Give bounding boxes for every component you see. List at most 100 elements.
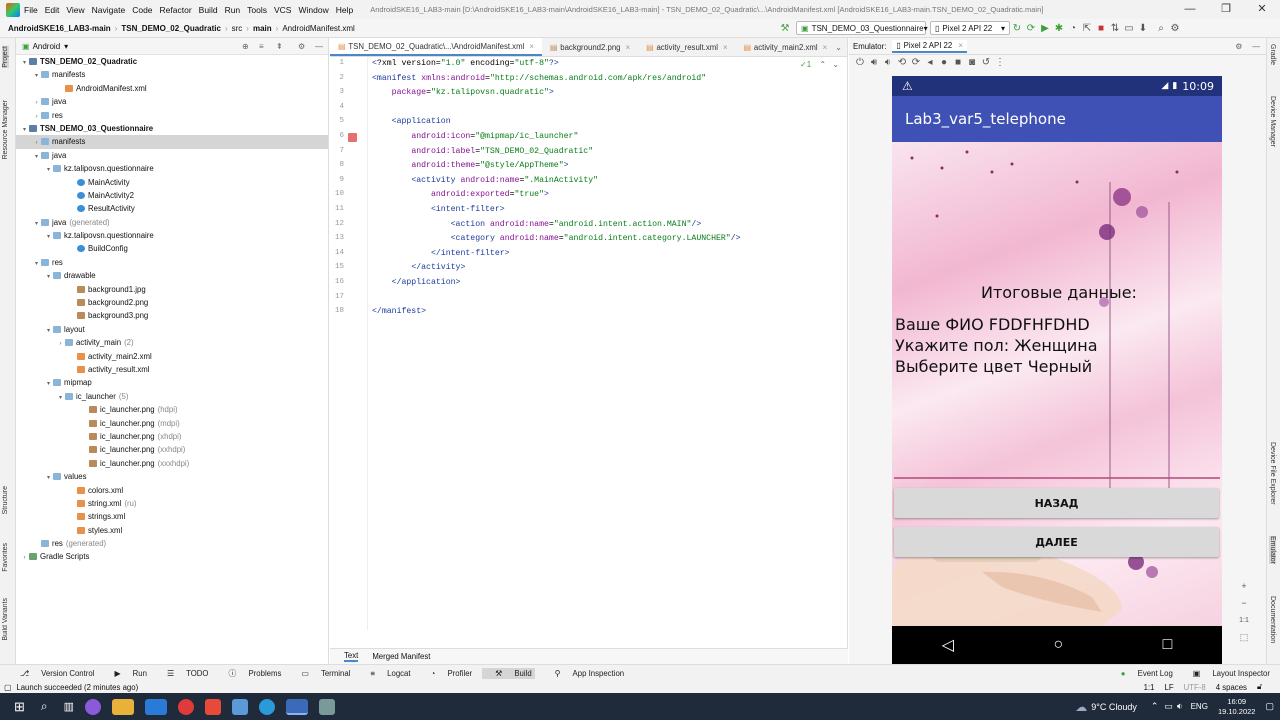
- chevron-up-icon[interactable]: ⌃: [819, 60, 826, 69]
- status-panel-icon[interactable]: ▢: [4, 683, 11, 692]
- avd-manager-icon[interactable]: ▭: [1122, 23, 1136, 34]
- tool-layout-inspector[interactable]: ▣ Layout Inspector: [1183, 669, 1270, 678]
- power-icon[interactable]: ⏻: [853, 57, 867, 68]
- search-icon[interactable]: ⌕: [41, 699, 48, 714]
- hide-icon[interactable]: —: [315, 42, 323, 51]
- close-tab-icon[interactable]: ×: [723, 43, 728, 52]
- tool-build-variants[interactable]: Build Variants: [2, 598, 9, 641]
- tool-problems[interactable]: ⓘ Problems: [219, 668, 282, 679]
- back-icon[interactable]: ◂: [923, 57, 937, 68]
- app-icon-2[interactable]: [319, 698, 336, 715]
- tree-node[interactable]: › res: [16, 109, 328, 122]
- settings-icon[interactable]: ⚙: [1168, 23, 1182, 34]
- sync-icon[interactable]: ⇅: [1108, 23, 1122, 34]
- indent-setting[interactable]: 4 spaces: [1216, 683, 1247, 692]
- code-area[interactable]: <?xml version="1.0" encoding="utf-8"?> <m…: [372, 57, 847, 630]
- app-icon-1[interactable]: [85, 698, 102, 715]
- tool-logcat[interactable]: ≡ Logcat: [360, 669, 410, 678]
- menu-vcs[interactable]: VCS: [274, 5, 291, 15]
- rerun-icon[interactable]: ↻: [1010, 23, 1024, 34]
- breadcrumb-main[interactable]: main: [253, 24, 272, 33]
- debug-icon[interactable]: ✱: [1052, 23, 1066, 34]
- sdk-manager-icon[interactable]: ⬇: [1136, 23, 1150, 34]
- tree-node[interactable]: ▾ java: [16, 149, 328, 162]
- menu-tools[interactable]: Tools: [247, 5, 267, 15]
- tree-node[interactable]: background3.png: [16, 309, 328, 322]
- windows-start-icon[interactable]: ⊞: [14, 699, 25, 715]
- close-tab-icon[interactable]: ×: [626, 43, 631, 52]
- tree-node[interactable]: activity_main2.xml: [16, 350, 328, 363]
- zoom-in-icon[interactable]: +: [1235, 578, 1253, 595]
- tab-list-icon[interactable]: ⌄: [835, 43, 842, 52]
- menu-code[interactable]: Code: [132, 5, 152, 15]
- tool-emulator[interactable]: Emulator: [1269, 536, 1276, 565]
- tree-node[interactable]: MainActivity: [16, 176, 328, 189]
- tab-activity-main2[interactable]: ▤ activity_main2.xml ×: [736, 38, 836, 56]
- status-message[interactable]: Launch succeeded (2 minutes ago): [16, 683, 138, 692]
- tree-node[interactable]: ▾ kz.talipovsn.questionnaire: [16, 229, 328, 242]
- back-button[interactable]: НАЗАД: [894, 488, 1219, 518]
- locate-icon[interactable]: ⊕: [242, 42, 249, 51]
- tree-node[interactable]: colors.xml: [16, 484, 328, 497]
- gear-icon[interactable]: ⚙: [1235, 42, 1242, 51]
- tool-run[interactable]: ▶ Run: [104, 669, 146, 678]
- screenshot-icon[interactable]: ◙: [965, 57, 979, 68]
- tab-merged-manifest[interactable]: Merged Manifest: [372, 652, 430, 661]
- caret-position[interactable]: 1:1: [1144, 683, 1155, 692]
- tree-node[interactable]: ▾ values: [16, 470, 328, 483]
- tool-device-file-explorer[interactable]: Device File Explorer: [1269, 442, 1276, 505]
- menu-refactor[interactable]: Refactor: [160, 5, 192, 15]
- gear-icon[interactable]: ⚙: [298, 42, 305, 51]
- tool-device-manager[interactable]: Device Manager: [1269, 96, 1276, 147]
- tab-text[interactable]: Text: [344, 651, 359, 662]
- tool-resource-manager[interactable]: Resource Manager: [2, 100, 9, 160]
- more-icon[interactable]: ⋮: [993, 57, 1007, 68]
- expand-all-icon[interactable]: ≡: [259, 42, 264, 51]
- tool-structure[interactable]: Structure: [2, 486, 9, 514]
- breadcrumb-file[interactable]: AndroidManifest.xml: [282, 24, 354, 33]
- apply-changes-icon[interactable]: ⟳: [1024, 23, 1038, 34]
- android-studio-taskbar-icon[interactable]: [286, 698, 309, 715]
- run-config-select[interactable]: ▣ TSN_DEMO_03_Questionnaire ▾: [796, 21, 928, 35]
- hide-icon[interactable]: —: [1252, 42, 1260, 51]
- tree-node[interactable]: MainActivity2: [16, 189, 328, 202]
- tool-app-inspection[interactable]: ⚲ App Inspection: [545, 669, 624, 678]
- tree-node[interactable]: ▾ res: [16, 256, 328, 269]
- close-tab-icon[interactable]: ×: [958, 41, 963, 50]
- breadcrumb-src[interactable]: src: [232, 24, 243, 33]
- volume-down-icon[interactable]: 🔉︎: [881, 57, 895, 68]
- inspection-widget[interactable]: ✓1 ⌃ ⌄: [800, 60, 839, 69]
- tree-node[interactable]: › manifests: [16, 135, 328, 149]
- tree-node[interactable]: background2.png: [16, 296, 328, 309]
- shield-icon[interactable]: [232, 698, 249, 715]
- recents-nav-icon[interactable]: □: [1163, 636, 1173, 654]
- maximize-icon[interactable]: ❐: [1208, 0, 1244, 19]
- file-explorer-icon[interactable]: [112, 698, 135, 715]
- yandex-icon[interactable]: [205, 698, 222, 715]
- tab-emulator-device[interactable]: ▯ Pixel 2 API 22 ×: [892, 39, 967, 53]
- breadcrumb-project[interactable]: AndroidSKE16_LAB3-main: [8, 24, 111, 33]
- tree-node[interactable]: string.xml (ru): [16, 497, 328, 510]
- volume-icon[interactable]: 🔉︎: [1177, 701, 1183, 712]
- network-icon[interactable]: ▭: [1164, 701, 1173, 712]
- back-nav-icon[interactable]: ◁: [942, 635, 954, 655]
- hammer-icon[interactable]: ⚒: [778, 23, 792, 34]
- menu-edit[interactable]: Edit: [45, 5, 60, 15]
- tool-terminal[interactable]: ▭ Terminal: [291, 669, 350, 678]
- tree-node[interactable]: ▾ layout: [16, 323, 328, 336]
- collapse-all-icon[interactable]: ⇞: [276, 42, 283, 51]
- tree-node[interactable]: ▾ TSN_DEMO_02_Quadratic: [16, 55, 328, 68]
- menu-help[interactable]: Help: [336, 5, 353, 15]
- tree-node[interactable]: ResultActivity: [16, 202, 328, 215]
- tree-node[interactable]: res (generated): [16, 537, 328, 550]
- tree-node[interactable]: activity_result.xml: [16, 363, 328, 376]
- tab-activity-result[interactable]: ▤ activity_result.xml ×: [638, 38, 735, 56]
- menu-build[interactable]: Build: [199, 5, 218, 15]
- tool-version-control[interactable]: ⎇ Version Control: [10, 669, 94, 678]
- tree-node[interactable]: ▾ kz.talipovsn.questionnaire: [16, 162, 328, 175]
- menu-window[interactable]: Window: [298, 5, 328, 15]
- breadcrumb-module[interactable]: TSN_DEMO_02_Quadratic: [121, 24, 221, 33]
- tray-chevron-icon[interactable]: ⌃: [1151, 701, 1159, 712]
- zoom-actual-size[interactable]: 1:1: [1235, 612, 1253, 629]
- minimize-icon[interactable]: —: [1172, 0, 1208, 19]
